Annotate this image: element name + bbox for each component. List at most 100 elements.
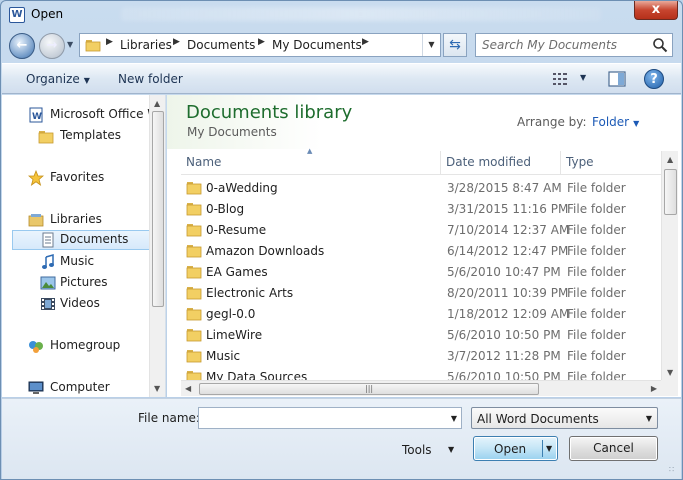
- pictures-icon: [40, 276, 56, 290]
- organize-button[interactable]: Organize ▼: [26, 72, 90, 86]
- refresh-button[interactable]: ⇆: [443, 33, 467, 57]
- breadcrumb-documents[interactable]: Documents: [187, 38, 255, 52]
- nav-item-favorites[interactable]: Favorites: [14, 168, 162, 188]
- search-box[interactable]: [475, 33, 673, 57]
- nav-item-videos[interactable]: Videos: [14, 294, 162, 314]
- arrange-by-label: Arrange by:: [517, 115, 587, 129]
- open-button[interactable]: Open ▼: [473, 436, 558, 461]
- grip-icon: |||: [365, 384, 374, 393]
- file-date: 5/6/2010 10:47 PM: [447, 265, 561, 279]
- nav-item-label: Music: [60, 254, 95, 268]
- file-date: 3/28/2015 8:47 AM: [447, 181, 562, 195]
- nav-item-label: Computer: [50, 380, 110, 394]
- chevron-down-icon[interactable]: ▼: [451, 414, 457, 423]
- column-header-type[interactable]: Type: [561, 151, 661, 174]
- scroll-left-arrow-icon[interactable]: ◀: [185, 384, 191, 393]
- cancel-button[interactable]: Cancel: [569, 436, 658, 461]
- window-title: Open: [31, 7, 64, 21]
- file-name: 0-Resume: [206, 223, 267, 237]
- breadcrumb-libraries[interactable]: Libraries: [120, 38, 172, 52]
- chevron-right-icon[interactable]: ▶: [106, 37, 113, 47]
- file-row[interactable]: Electronic Arts 8/20/2011 10:39 PM File …: [181, 283, 661, 304]
- column-header-row: ▲ Name Date modified Type: [181, 147, 661, 175]
- folder-icon: [186, 266, 202, 279]
- file-row[interactable]: EA Games 5/6/2010 10:47 PM File folder: [181, 262, 661, 283]
- file-row[interactable]: My Data Sources 5/6/2010 10:50 PM File f…: [181, 367, 661, 380]
- nav-item-computer[interactable]: Computer: [14, 378, 162, 397]
- back-button[interactable]: ←: [9, 33, 35, 59]
- nav-item-templates[interactable]: Templates: [14, 126, 162, 146]
- homegroup-icon: [29, 341, 43, 353]
- close-button[interactable]: x: [634, 1, 678, 20]
- scroll-up-arrow-icon[interactable]: ▲: [667, 155, 673, 164]
- open-options-chevron-down-icon[interactable]: ▼: [546, 444, 552, 453]
- scrollbar-thumb[interactable]: |||: [199, 383, 539, 395]
- file-type: File folder: [567, 244, 626, 258]
- address-dropdown-chevron-icon[interactable]: ▼: [422, 34, 440, 56]
- file-list-pane: Documents library My Documents Arrange b…: [167, 95, 681, 397]
- column-header-name[interactable]: Name: [181, 151, 441, 174]
- file-type-filter-dropdown[interactable]: All Word Documents ▼: [471, 407, 658, 429]
- folder-icon: [186, 245, 202, 258]
- file-name-input[interactable]: [199, 408, 439, 428]
- file-row[interactable]: Music 3/7/2012 11:28 PM File folder: [181, 346, 661, 367]
- chevron-right-icon[interactable]: ▶: [258, 37, 265, 47]
- file-row[interactable]: 0-aWedding 3/28/2015 8:47 AM File folder: [181, 178, 661, 199]
- chevron-right-icon[interactable]: ▶: [173, 37, 180, 47]
- recent-pages-chevron-icon[interactable]: ▼: [67, 40, 77, 52]
- file-row[interactable]: 0-Resume 7/10/2014 12:37 AM File folder: [181, 220, 661, 241]
- scrollbar-thumb[interactable]: [664, 169, 677, 215]
- chevron-right-icon[interactable]: ▶: [362, 37, 369, 47]
- breadcrumb-my-documents[interactable]: My Documents: [272, 38, 362, 52]
- arrange-by-dropdown[interactable]: Folder ▼: [592, 115, 639, 129]
- nav-item-libraries[interactable]: Libraries: [14, 210, 162, 230]
- file-row[interactable]: Amazon Downloads 6/14/2012 12:47 PM File…: [181, 241, 661, 262]
- chevron-down-icon: ▼: [83, 76, 90, 85]
- scroll-down-arrow-icon[interactable]: ▼: [667, 368, 673, 377]
- resize-grip-icon[interactable]: ∷: [669, 466, 679, 478]
- new-folder-button[interactable]: New folder: [118, 72, 183, 86]
- navigation-scrollbar[interactable]: ▲ ▼: [149, 95, 165, 397]
- file-list-vertical-scrollbar[interactable]: ▲ ▼: [661, 151, 678, 381]
- file-date: 5/6/2010 10:50 PM: [447, 370, 561, 380]
- search-icon[interactable]: [652, 37, 668, 53]
- file-row[interactable]: LimeWire 5/6/2010 10:50 PM File folder: [181, 325, 661, 346]
- organize-label: Organize: [26, 72, 80, 86]
- computer-icon: [28, 381, 44, 394]
- folder-icon: [85, 40, 101, 52]
- help-icon[interactable]: ?: [644, 69, 664, 89]
- scroll-up-arrow-icon[interactable]: ▲: [154, 99, 160, 108]
- tools-button[interactable]: Tools: [402, 443, 432, 457]
- file-date: 3/7/2012 11:28 PM: [447, 349, 561, 363]
- folder-icon: [186, 329, 202, 342]
- nav-item-documents[interactable]: Documents: [12, 230, 160, 250]
- nav-item-music[interactable]: Music: [14, 252, 162, 272]
- folder-icon: [186, 308, 202, 321]
- forward-button[interactable]: →: [39, 33, 65, 59]
- library-subtitle: My Documents: [187, 125, 277, 139]
- nav-item-microsoft-office[interactable]: W Microsoft Office W: [14, 105, 162, 125]
- address-bar[interactable]: ▶ Libraries ▶ Documents ▶ My Documents ▶…: [79, 33, 441, 57]
- file-name-combobox[interactable]: ▼: [198, 407, 462, 429]
- title-bar[interactable]: W Open x: [1, 1, 682, 29]
- nav-item-label: Documents: [60, 232, 129, 246]
- column-header-date[interactable]: Date modified: [441, 151, 561, 174]
- folder-icon: [186, 350, 202, 363]
- view-chevron-down-icon[interactable]: ▼: [580, 73, 586, 82]
- file-list: 0-aWedding 3/28/2015 8:47 AM File folder…: [181, 178, 661, 380]
- file-row[interactable]: 0-Blog 3/31/2015 11:16 PM File folder: [181, 199, 661, 220]
- search-input[interactable]: [476, 34, 652, 56]
- file-list-horizontal-scrollbar[interactable]: ◀ ||| ▶: [181, 380, 661, 396]
- scroll-down-arrow-icon[interactable]: ▼: [154, 384, 160, 393]
- nav-item-homegroup[interactable]: Homegroup: [14, 336, 162, 356]
- nav-item-label: Templates: [60, 128, 122, 142]
- nav-item-label: Videos: [60, 296, 100, 310]
- scroll-right-arrow-icon[interactable]: ▶: [651, 384, 657, 393]
- tools-chevron-down-icon[interactable]: ▼: [448, 445, 454, 454]
- view-details-icon[interactable]: [552, 72, 568, 86]
- file-name: My Data Sources: [206, 370, 308, 380]
- preview-pane-icon[interactable]: [608, 71, 626, 87]
- file-row[interactable]: gegl-0.0 1/18/2012 12:09 AM File folder: [181, 304, 661, 325]
- nav-item-pictures[interactable]: Pictures: [14, 273, 162, 293]
- scrollbar-thumb[interactable]: [152, 111, 164, 307]
